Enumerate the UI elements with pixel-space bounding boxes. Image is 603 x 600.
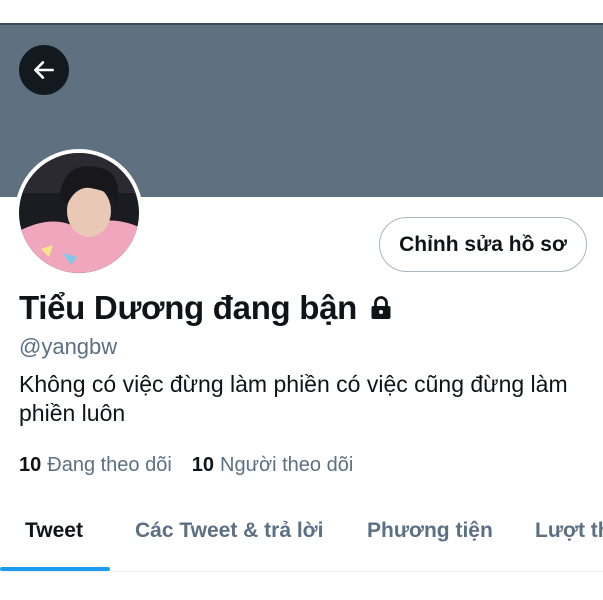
arrow-left-icon bbox=[31, 57, 57, 83]
avatar[interactable] bbox=[15, 149, 143, 277]
lock-icon bbox=[369, 295, 393, 321]
top-strip bbox=[0, 0, 603, 24]
followers-stat[interactable]: 10 Người theo dõi bbox=[192, 454, 354, 477]
tab-media[interactable]: Phương tiện bbox=[367, 519, 493, 543]
profile-bio: Không có việc đừng làm phiền có việc cũn… bbox=[19, 371, 568, 426]
back-button[interactable] bbox=[19, 45, 69, 95]
followers-label: Người theo dõi bbox=[220, 454, 354, 476]
tab-tweets[interactable]: Tweet bbox=[25, 519, 83, 543]
following-count: 10 bbox=[19, 454, 42, 476]
followers-count: 10 bbox=[191, 454, 215, 476]
following-stat[interactable]: 10 Đang theo dõi bbox=[19, 454, 172, 477]
follow-stats: 10 Đang theo dõi 10 Người theo dõi bbox=[19, 454, 353, 477]
tab-likes[interactable]: Lượt th bbox=[535, 519, 603, 543]
edit-profile-button[interactable]: Chỉnh sửa hồ sơ bbox=[379, 217, 587, 272]
display-name: Tiểu Dương đang bận bbox=[19, 289, 358, 326]
profile-handle: @yangbw bbox=[19, 334, 118, 359]
name-row: Tiểu Dương đang bận bbox=[19, 289, 393, 327]
tab-tweets-and-replies[interactable]: Các Tweet & trả lời bbox=[135, 519, 323, 543]
tabs-divider bbox=[0, 571, 603, 572]
following-label: Đang theo dõi bbox=[47, 454, 172, 476]
